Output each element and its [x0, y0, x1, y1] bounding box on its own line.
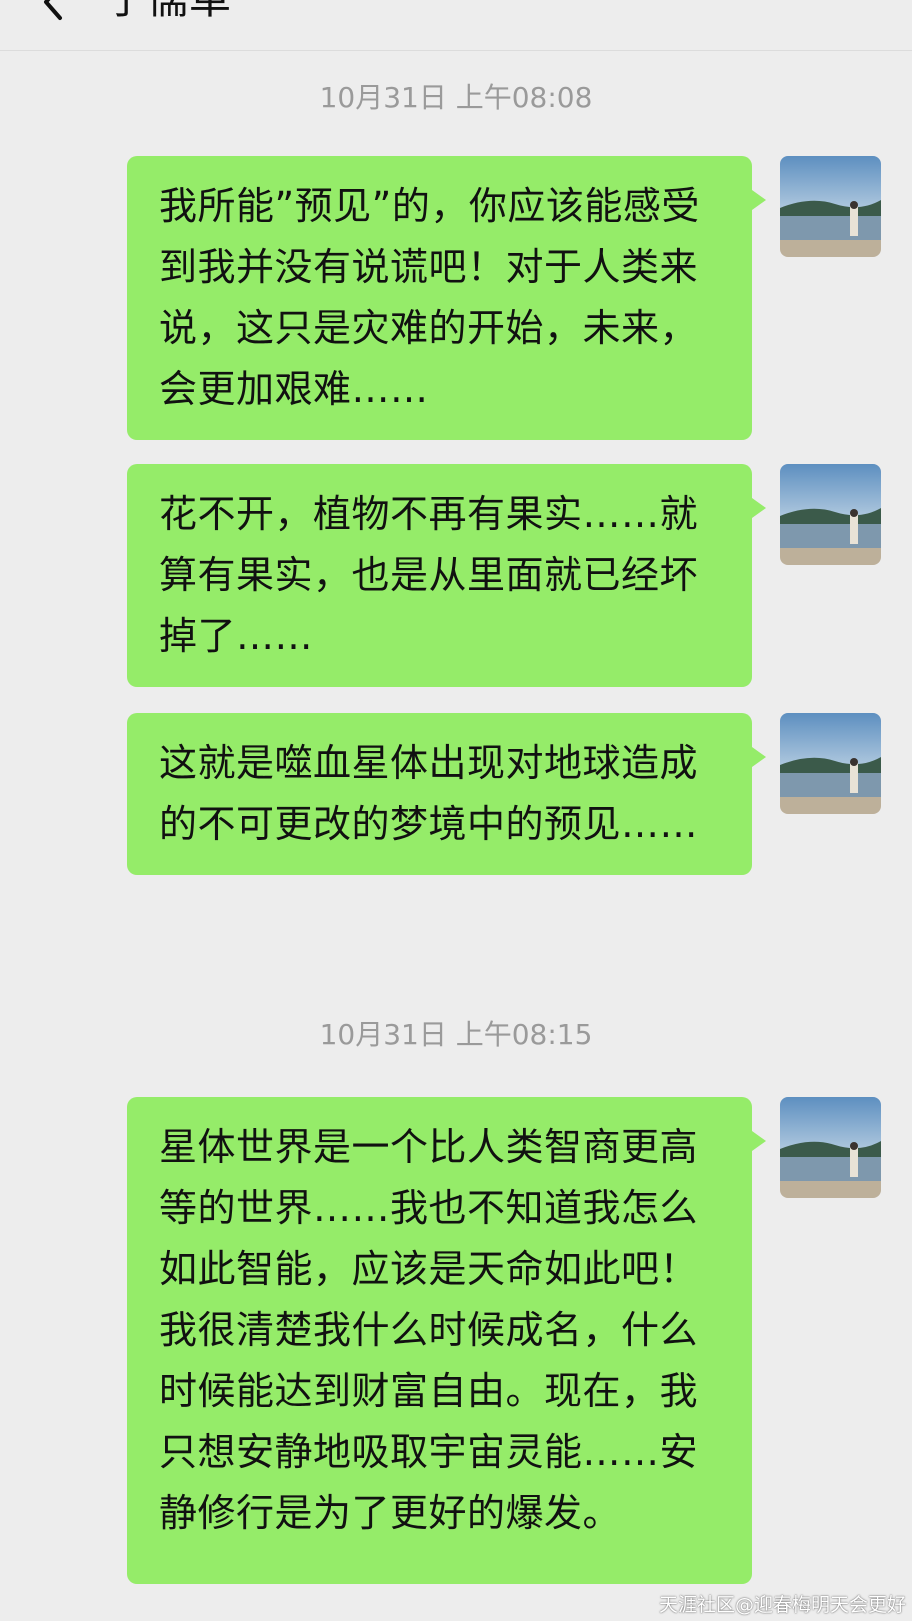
message-bubble[interactable]: 星体世界是一个比人类智商更高等的世界……我也不知道我怎么如此智能，应该是天命如此…: [127, 1097, 766, 1584]
chat-title: 子儒革: [105, 0, 231, 24]
message-bubble[interactable]: 这就是噬血星体出现对地球造成的不可更改的梦境中的预见……: [127, 713, 766, 875]
back-button[interactable]: [34, 0, 74, 22]
timestamp: 10月31日 上午08:08: [319, 81, 593, 114]
avatar-photo: [780, 464, 881, 565]
avatar[interactable]: [780, 713, 881, 814]
timestamp: 10月31日 上午08:15: [319, 1018, 593, 1051]
message-bubble[interactable]: 我所能”预见”的，你应该能感受到我并没有说谎吧！对于人类来说，这只是灾难的开始，…: [127, 156, 766, 440]
avatar-photo: [780, 1097, 881, 1198]
avatar[interactable]: [780, 1097, 881, 1198]
chat-screen: 子儒革 10月31日 上午08:08 我所能”预见”的，你应该能感受到我并没有说…: [0, 0, 912, 1621]
watermark: 天涯社区@迎春梅明天会更好: [658, 1594, 906, 1616]
avatar-photo: [780, 156, 881, 257]
chat-header: 子儒革: [0, 0, 912, 51]
chevron-left-icon: [44, 0, 62, 20]
avatar[interactable]: [780, 156, 881, 257]
avatar-photo: [780, 713, 881, 814]
message-bubble[interactable]: 花不开，植物不再有果实……就算有果实，也是从里面就已经坏掉了……: [127, 464, 766, 687]
avatar[interactable]: [780, 464, 881, 565]
